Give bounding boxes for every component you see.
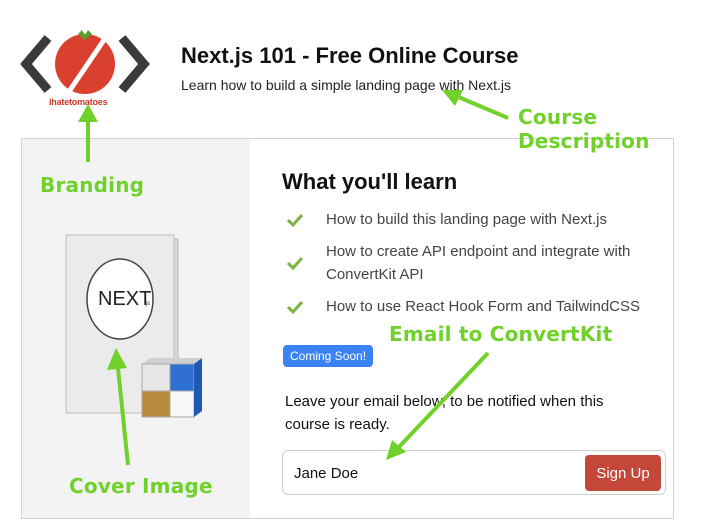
- list-item-text: How to create API endpoint and integrate…: [326, 243, 631, 283]
- cube-icon: [141, 358, 202, 418]
- check-icon: [286, 213, 304, 227]
- page-title: Next.js 101 - Free Online Course: [181, 43, 519, 68]
- list-item-text: How to use React Hook Form and TailwindC…: [326, 298, 641, 315]
- cover-image: NEXT .js: [65, 234, 202, 418]
- status-badge: Coming Soon!: [283, 345, 374, 367]
- list-item: How to use React Hook Form and TailwindC…: [286, 295, 673, 318]
- annotation-cover-image: Cover Image: [69, 474, 213, 498]
- svg-text:.js: .js: [144, 301, 150, 307]
- right-bracket-icon: [118, 35, 150, 93]
- check-icon: [286, 256, 304, 270]
- email-input[interactable]: [294, 461, 574, 485]
- notify-text: Leave your email below, to be notified w…: [285, 393, 604, 433]
- list-item: How to build this landing page with Next…: [286, 208, 673, 231]
- learn-list: How to build this landing page with Next…: [286, 208, 673, 327]
- course-description: Learn how to build a simple landing page…: [181, 77, 511, 93]
- check-icon: [286, 300, 304, 314]
- learn-title: What you'll learn: [282, 169, 458, 194]
- annotation-email: Email to ConvertKit: [389, 322, 613, 346]
- list-item: How to create API endpoint and integrate…: [286, 240, 673, 286]
- brand-name: ihatetomatoes: [49, 97, 108, 107]
- sign-up-button[interactable]: Sign Up: [585, 455, 661, 491]
- annotation-branding: Branding: [40, 173, 145, 197]
- list-item-text: How to build this landing page with Next…: [326, 211, 607, 228]
- annotation-course-description: Course Description: [518, 105, 650, 153]
- signup-form: Sign Up: [282, 450, 666, 495]
- left-bracket-icon: [20, 35, 52, 93]
